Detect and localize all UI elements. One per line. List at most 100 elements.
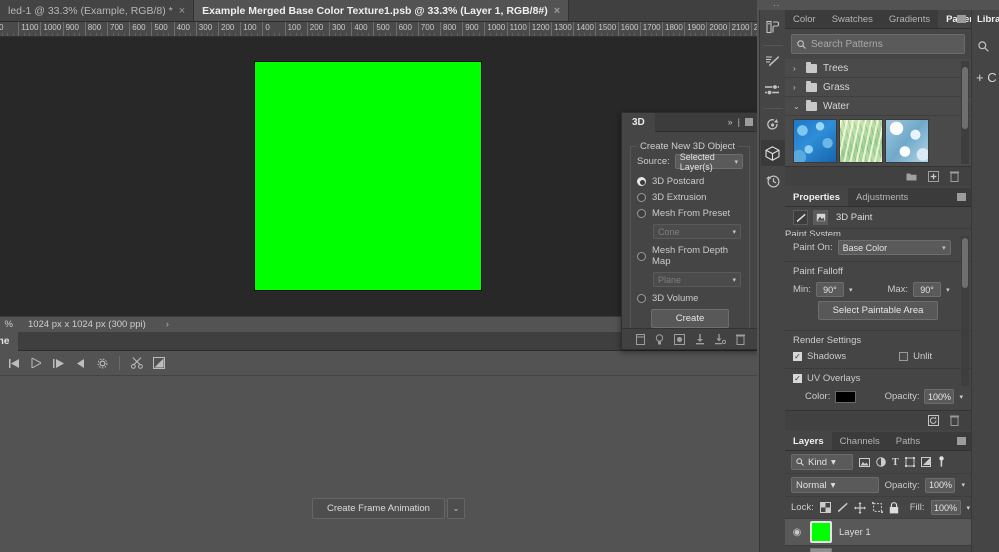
scrollbar-thumb[interactable]	[962, 67, 968, 129]
adjustment-filter-icon[interactable]	[876, 457, 886, 467]
option-mesh-from-depth-map[interactable]: Mesh From Depth Map	[637, 245, 743, 267]
layer-opacity-field[interactable]: 100%	[925, 478, 955, 493]
opacity-chevron-down-icon[interactable]: ▾	[961, 481, 965, 489]
previous-frame-icon[interactable]	[70, 353, 90, 373]
shadows-checkbox[interactable]: ✓	[793, 352, 802, 361]
first-frame-icon[interactable]	[4, 353, 24, 373]
radio-icon[interactable]	[637, 294, 646, 303]
tab-gradients[interactable]: Gradients	[881, 10, 938, 28]
create-frame-animation-button[interactable]: Create Frame Animation	[312, 498, 445, 519]
type-filter-icon[interactable]: T	[892, 457, 899, 468]
tab-libraries[interactable]: Librar	[972, 10, 999, 29]
zoom-level[interactable]: %	[0, 319, 16, 330]
play-icon[interactable]	[26, 353, 46, 373]
scene-icon[interactable]	[636, 334, 645, 345]
fill-chevron-down-icon[interactable]: ▾	[967, 504, 971, 512]
layer-thumbnail[interactable]	[810, 548, 832, 552]
scrollbar-thumb[interactable]	[962, 238, 968, 288]
light-icon[interactable]	[655, 334, 664, 345]
render-video-icon[interactable]	[149, 353, 169, 373]
3d-cube-icon[interactable]	[761, 140, 785, 166]
document-tab-0[interactable]: led-1 @ 33.3% (Example, RGB/8) * ×	[0, 0, 194, 21]
layer-thumbnail[interactable]	[810, 521, 832, 543]
mesh-icon[interactable]	[695, 334, 705, 345]
tab-channels[interactable]: Channels	[832, 432, 888, 450]
libraries-search-row[interactable]	[972, 41, 999, 52]
drag-handle-dots[interactable]: ∙∙	[773, 0, 780, 10]
tab-3d[interactable]: 3D	[622, 113, 655, 132]
lock-image-icon[interactable]	[837, 502, 848, 513]
uv-overlays-checkbox[interactable]: ✓	[793, 374, 802, 383]
image-icon[interactable]	[813, 210, 828, 225]
close-icon[interactable]: ×	[179, 5, 185, 17]
tab-properties[interactable]: Properties	[785, 188, 848, 206]
trim-scissors-icon[interactable]	[127, 353, 147, 373]
properties-scrollbar[interactable]	[961, 236, 969, 386]
layer-row-1[interactable]: ◉ Layer 1	[785, 546, 971, 552]
delete-icon[interactable]	[950, 415, 959, 426]
source-select[interactable]: Selected Layer(s) ▾	[675, 154, 743, 169]
chevron-down-icon[interactable]: ⌄	[447, 498, 465, 519]
pattern-group-water[interactable]: ⌄ Water	[785, 97, 971, 116]
tab-color[interactable]: Color	[785, 10, 824, 28]
artboard-green-layer[interactable]	[255, 62, 481, 290]
option-3d-volume[interactable]: 3D Volume	[637, 293, 743, 304]
history-brush-icon[interactable]	[761, 112, 785, 138]
lock-all-icon[interactable]	[889, 502, 899, 514]
patterns-search-bar[interactable]	[791, 34, 965, 54]
adjustments-sliders-icon[interactable]	[761, 77, 785, 103]
history-clock-icon[interactable]	[761, 168, 785, 194]
option-mesh-from-preset[interactable]: Mesh From Preset	[637, 208, 743, 219]
horizontal-ruler[interactable]: 0110010009008007006005004003002001000100…	[0, 22, 757, 37]
tab-adjustments[interactable]: Adjustments	[848, 188, 916, 206]
status-expand-arrow[interactable]: ›	[166, 319, 169, 330]
panel-menu-icon[interactable]	[957, 193, 966, 201]
blend-mode-select[interactable]: Normal ▾	[791, 477, 879, 493]
unlit-checkbox[interactable]	[899, 352, 908, 361]
panel-menu-icon[interactable]	[745, 118, 753, 126]
pixel-filter-icon[interactable]	[859, 458, 870, 467]
uv-opacity-field[interactable]: 100%	[924, 389, 954, 404]
pattern-swatch-water-green[interactable]	[839, 119, 883, 163]
last-frame-icon[interactable]	[48, 353, 68, 373]
radio-icon[interactable]	[637, 209, 646, 218]
plus-icon[interactable]: +	[976, 70, 984, 85]
depthmap-select[interactable]: Plane ▾	[653, 272, 741, 287]
tab-layers[interactable]: Layers	[785, 432, 832, 450]
option-3d-postcard[interactable]: 3D Postcard	[637, 176, 743, 187]
pattern-swatch-water-blue[interactable]	[793, 119, 837, 163]
radio-icon[interactable]	[637, 177, 646, 186]
lock-artboard-icon[interactable]	[872, 502, 883, 513]
libraries-create-row[interactable]: + C	[972, 70, 999, 85]
filter-toggle-icon[interactable]	[937, 456, 946, 468]
document-tab-1[interactable]: Example Merged Base Color Texture1.psb @…	[194, 0, 569, 21]
min-chevron-down-icon[interactable]: ▾	[849, 286, 853, 294]
pattern-group-grass[interactable]: › Grass	[785, 78, 971, 97]
patterns-scrollbar[interactable]	[961, 61, 969, 164]
chevron-right-icon[interactable]: ›	[793, 64, 800, 73]
panel-menu-icon[interactable]	[957, 437, 966, 445]
search-input[interactable]	[811, 39, 959, 50]
libraries-icon[interactable]	[761, 14, 785, 40]
opacity-chevron-down-icon[interactable]: ▾	[959, 393, 963, 401]
smart-object-filter-icon[interactable]	[921, 457, 931, 467]
lock-position-icon[interactable]	[854, 502, 866, 514]
pattern-group-trees[interactable]: › Trees	[785, 59, 971, 78]
select-paintable-area-button[interactable]: Select Paintable Area	[818, 301, 938, 320]
new-pattern-icon[interactable]	[928, 171, 939, 182]
shape-filter-icon[interactable]	[905, 457, 915, 467]
min-value-field[interactable]: 90°	[816, 282, 844, 297]
new-group-icon[interactable]	[906, 172, 917, 181]
delete-icon[interactable]	[736, 334, 745, 345]
radio-icon[interactable]	[637, 193, 646, 202]
settings-gear-icon[interactable]	[92, 353, 112, 373]
tab-timeline[interactable]: ine	[0, 332, 18, 351]
max-chevron-down-icon[interactable]: ▾	[946, 286, 950, 294]
visibility-eye-icon[interactable]: ◉	[791, 527, 803, 538]
brush-settings-icon[interactable]	[761, 49, 785, 75]
layer-kind-select[interactable]: Kind ▾	[791, 454, 853, 470]
delete-icon[interactable]	[950, 171, 959, 182]
brush-icon[interactable]	[793, 210, 808, 225]
layer-row-0[interactable]: ◉ Layer 1	[785, 519, 971, 546]
tab-swatches[interactable]: Swatches	[824, 10, 881, 28]
